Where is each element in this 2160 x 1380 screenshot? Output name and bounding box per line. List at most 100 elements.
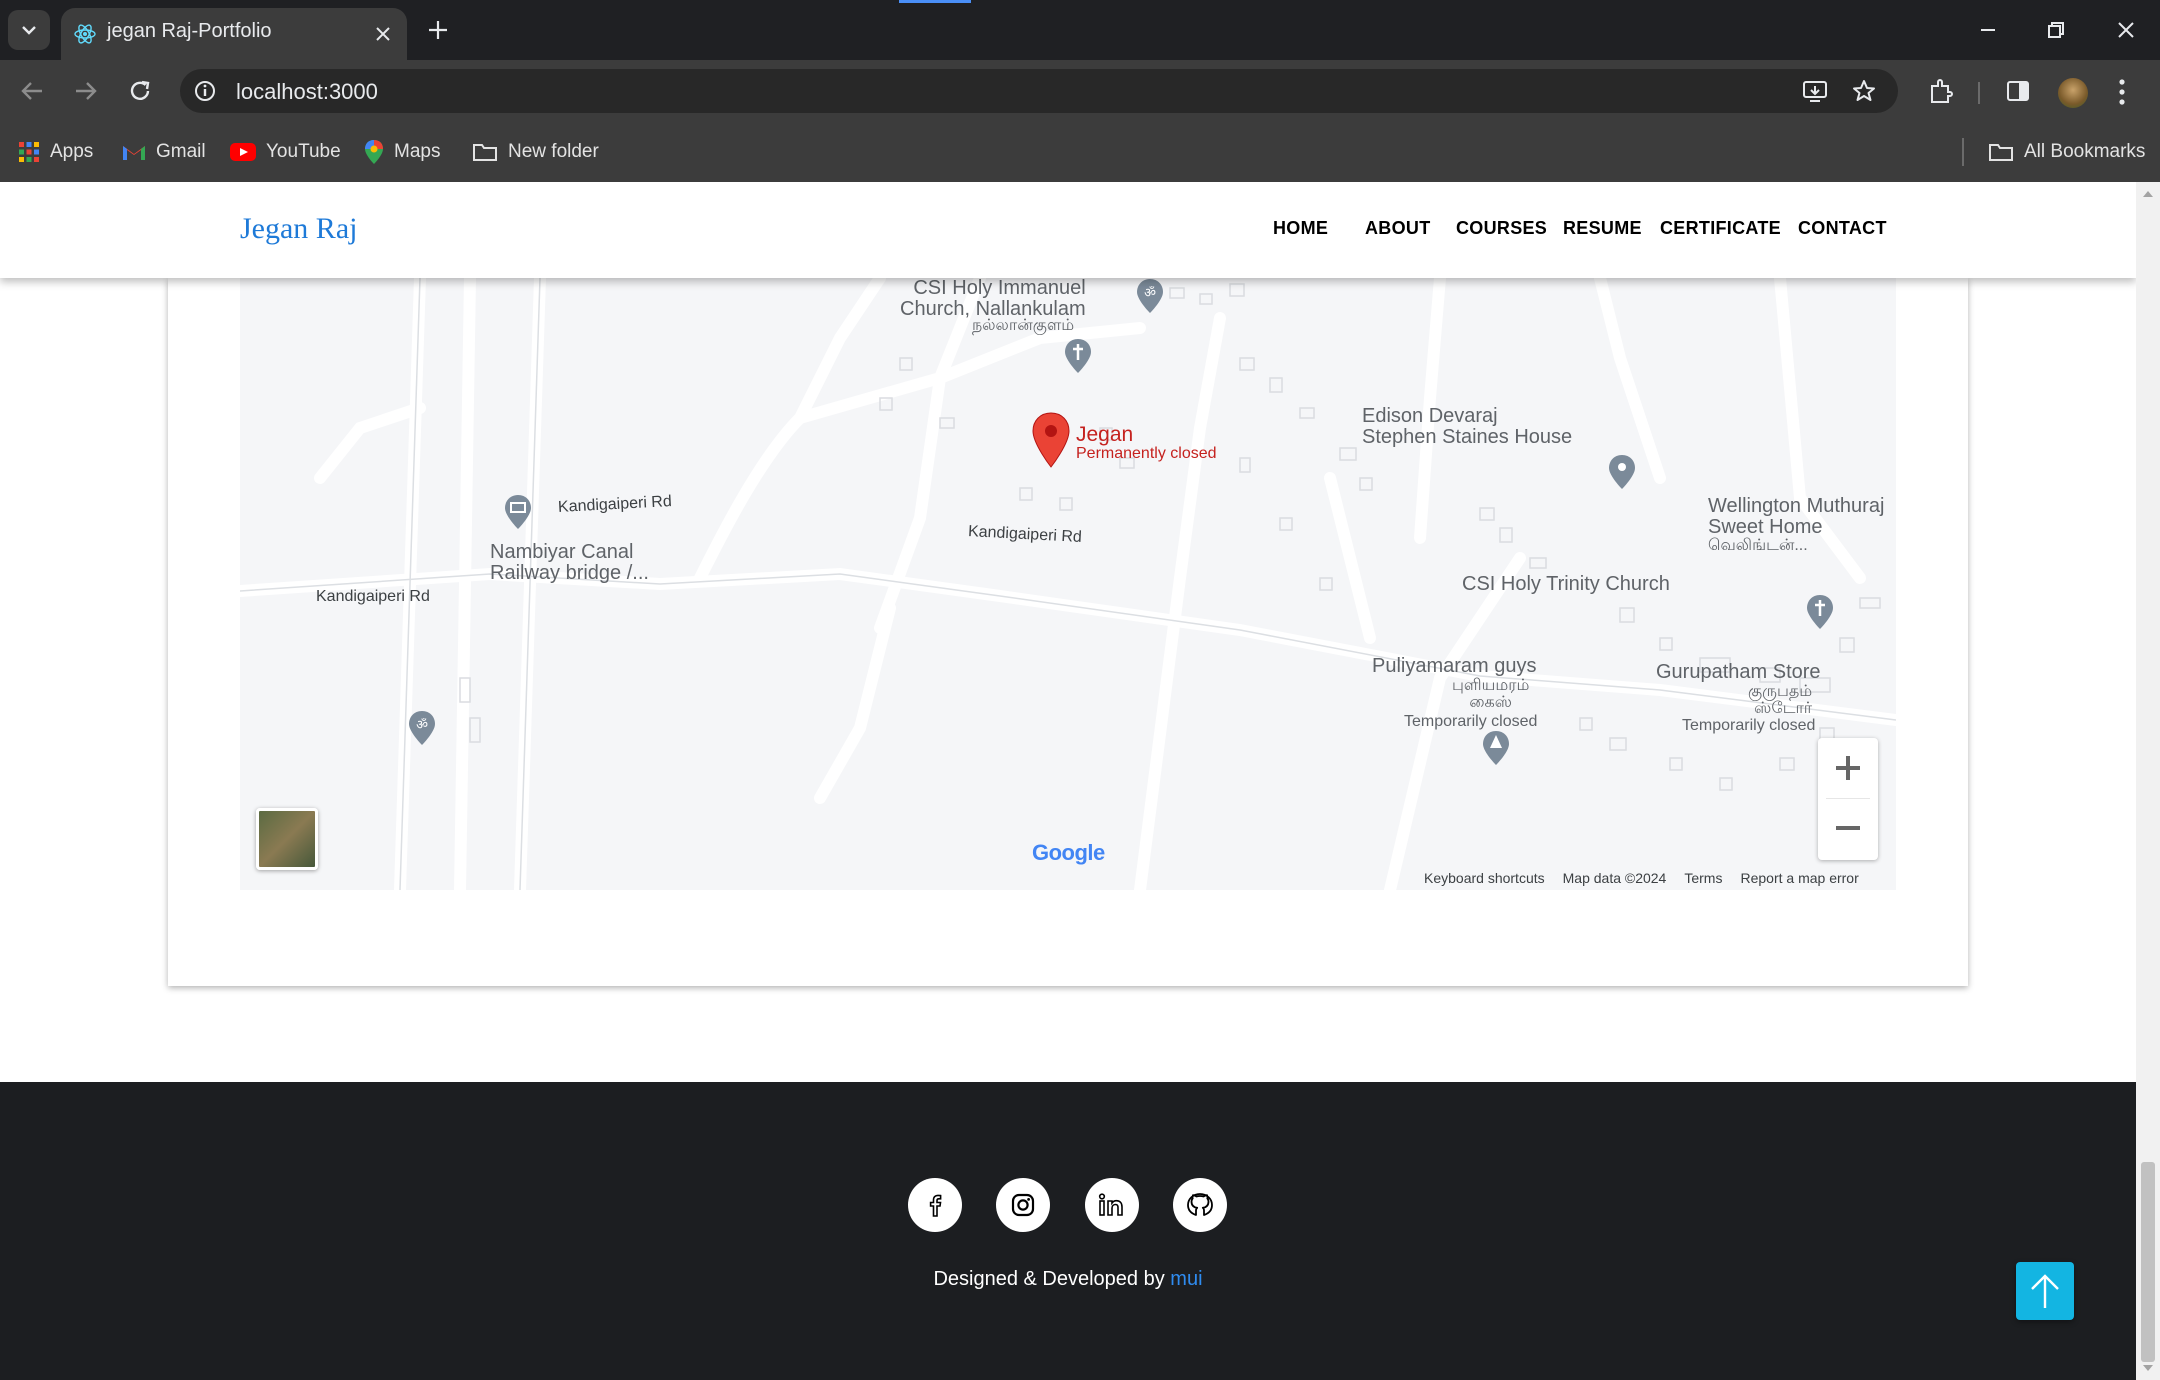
browser-tab-active[interactable]: jegan Raj-Portfolio xyxy=(61,8,407,60)
page-scrollbar[interactable] xyxy=(2136,182,2160,1380)
bookmark-label: Maps xyxy=(394,141,441,162)
bookmark-label: New folder xyxy=(508,141,599,162)
site-footer: Designed & Developed by mui xyxy=(0,1082,2136,1380)
reload-icon[interactable] xyxy=(128,79,152,103)
map-data-text: Map data ©2024 xyxy=(1562,870,1667,886)
road-label: Kandigaiperi Rd xyxy=(316,588,430,605)
browser-toolbar: localhost:3000 xyxy=(0,60,2160,122)
bookmarks-bar: Apps Gmail YouTube Maps New folder All B… xyxy=(0,122,2160,182)
nav-courses[interactable]: COURSES xyxy=(1456,218,1547,239)
google-map-embed[interactable]: ॐ ॐ CSI Holy Immanuel Church, Nallankula… xyxy=(240,278,1896,890)
bookmark-apps[interactable]: Apps xyxy=(18,138,93,166)
nav-certificate[interactable]: CERTIFICATE xyxy=(1660,218,1781,239)
bookmark-label: Apps xyxy=(50,141,94,162)
close-window-icon[interactable] xyxy=(2116,20,2136,40)
contact-card: ॐ ॐ CSI Holy Immanuel Church, Nallankula… xyxy=(168,278,1968,986)
folder-icon xyxy=(473,144,497,161)
keyboard-shortcuts-link[interactable]: Keyboard shortcuts xyxy=(1424,870,1545,886)
bookmark-maps[interactable]: Maps xyxy=(364,138,440,166)
place-label-wellington[interactable]: Wellington Muthuraj Sweet Home xyxy=(1708,496,1884,538)
place-label-csi-immanuel[interactable]: CSI Holy Immanuel Church, Nallankulam xyxy=(900,278,1086,320)
tree-pin-icon[interactable] xyxy=(1482,730,1510,766)
bookmark-new-folder[interactable]: New folder xyxy=(472,138,599,166)
linkedin-icon xyxy=(1098,1193,1123,1216)
place-label-nambiyar[interactable]: Nambiyar Canal Railway bridge /... xyxy=(490,542,649,584)
zoom-in-icon[interactable] xyxy=(1834,754,1862,782)
maps-pin-icon xyxy=(365,140,383,164)
github-icon xyxy=(1187,1193,1213,1216)
new-tab-icon[interactable] xyxy=(428,20,448,40)
address-bar[interactable]: localhost:3000 xyxy=(180,69,1898,113)
zoom-out-icon[interactable] xyxy=(1834,814,1862,842)
zoom-divider xyxy=(1826,798,1870,799)
url-text: localhost:3000 xyxy=(236,79,378,104)
linkedin-link[interactable] xyxy=(1085,1178,1139,1232)
nav-resume[interactable]: RESUME xyxy=(1563,218,1642,239)
satellite-layer-toggle[interactable] xyxy=(256,808,318,870)
place-status-gurupatham: Temporarily closed xyxy=(1682,717,1816,734)
gmail-icon xyxy=(123,146,145,160)
page-viewport: Jegan Raj HOME ABOUT COURSES RESUME CERT… xyxy=(0,182,2136,1380)
scroll-to-top-button[interactable] xyxy=(2016,1262,2074,1320)
bookmark-label: YouTube xyxy=(266,141,341,162)
google-logo: Google xyxy=(1032,840,1105,865)
zoom-controls xyxy=(1818,738,1878,860)
nav-about[interactable]: ABOUT xyxy=(1365,218,1431,239)
minimize-icon[interactable] xyxy=(1978,20,1998,40)
tab-title: jegan Raj-Portfolio xyxy=(107,20,272,42)
facebook-link[interactable] xyxy=(908,1178,962,1232)
scroll-down-arrow-icon[interactable] xyxy=(2143,1364,2153,1372)
profile-avatar[interactable] xyxy=(2058,78,2088,108)
selected-place-pin-icon[interactable] xyxy=(1032,412,1070,468)
bookmarks-divider xyxy=(1962,138,1964,166)
close-tab-icon[interactable] xyxy=(375,26,391,42)
site-info-icon[interactable] xyxy=(194,80,216,102)
place-label-jegan[interactable]: Jegan xyxy=(1076,423,1133,446)
scroll-up-arrow-icon[interactable] xyxy=(2143,190,2153,198)
church-pin-icon[interactable] xyxy=(1806,594,1834,630)
forward-icon[interactable] xyxy=(74,80,98,102)
brand-logo[interactable]: Jegan Raj xyxy=(240,212,357,246)
place-label-puliyamaram[interactable]: Puliyamaram guys xyxy=(1372,656,1537,677)
install-app-icon[interactable] xyxy=(1802,79,1828,103)
github-link[interactable] xyxy=(1173,1178,1227,1232)
menu-kebab-icon[interactable] xyxy=(2118,78,2126,106)
facebook-icon xyxy=(929,1194,942,1217)
place-label-edison[interactable]: Edison Devaraj Stephen Staines House xyxy=(1362,406,1572,448)
nav-contact[interactable]: CONTACT xyxy=(1798,218,1887,239)
instagram-link[interactable] xyxy=(996,1178,1050,1232)
terms-link[interactable]: Terms xyxy=(1684,870,1722,886)
place-of-worship-pin-icon[interactable]: ॐ xyxy=(1136,278,1164,314)
credit-link[interactable]: mui xyxy=(1170,1268,1202,1290)
place-pin-icon[interactable] xyxy=(1608,454,1636,490)
nav-home[interactable]: HOME xyxy=(1273,218,1328,239)
church-pin-icon[interactable] xyxy=(1064,338,1092,374)
bookmark-label: Gmail xyxy=(156,141,206,162)
tab-search-button[interactable] xyxy=(8,10,50,50)
extensions-icon[interactable] xyxy=(1928,78,1954,104)
place-status-puliyamaram: Temporarily closed xyxy=(1404,713,1538,730)
place-label-gurupatham[interactable]: Gurupatham Store xyxy=(1656,662,1821,683)
svg-text:ॐ: ॐ xyxy=(1144,286,1156,301)
restore-icon[interactable] xyxy=(2046,20,2066,40)
side-panel-icon[interactable] xyxy=(2006,80,2030,102)
chevron-down-icon xyxy=(22,26,36,35)
back-icon[interactable] xyxy=(20,80,44,102)
scrollbar-thumb[interactable] xyxy=(2141,1162,2155,1362)
report-map-error-link[interactable]: Report a map error xyxy=(1740,870,1858,886)
bridge-pin-icon[interactable] xyxy=(504,494,532,530)
react-logo-icon xyxy=(74,24,96,44)
place-of-worship-pin-icon[interactable]: ॐ xyxy=(408,710,436,746)
credit-text: Designed & Developed by xyxy=(933,1268,1165,1290)
place-label-gurupatham-tamil: குருபதம் ஸ்டோர் xyxy=(1748,683,1813,717)
place-label-csi-trinity[interactable]: CSI Holy Trinity Church xyxy=(1462,574,1670,595)
instagram-icon xyxy=(1011,1193,1035,1217)
place-label-wellington-tamil: வெலிங்டன்... xyxy=(1708,537,1808,554)
bookmark-youtube[interactable]: YouTube xyxy=(230,138,341,166)
all-bookmarks-label: All Bookmarks xyxy=(2024,141,2146,162)
place-label-nallankulam-tamil: நல்லான்குளம் xyxy=(972,317,1075,334)
toolbar-divider xyxy=(1978,82,1980,104)
bookmark-star-icon[interactable] xyxy=(1852,79,1876,103)
bookmark-gmail[interactable]: Gmail xyxy=(122,138,206,166)
all-bookmarks-button[interactable]: All Bookmarks xyxy=(1988,138,2145,166)
